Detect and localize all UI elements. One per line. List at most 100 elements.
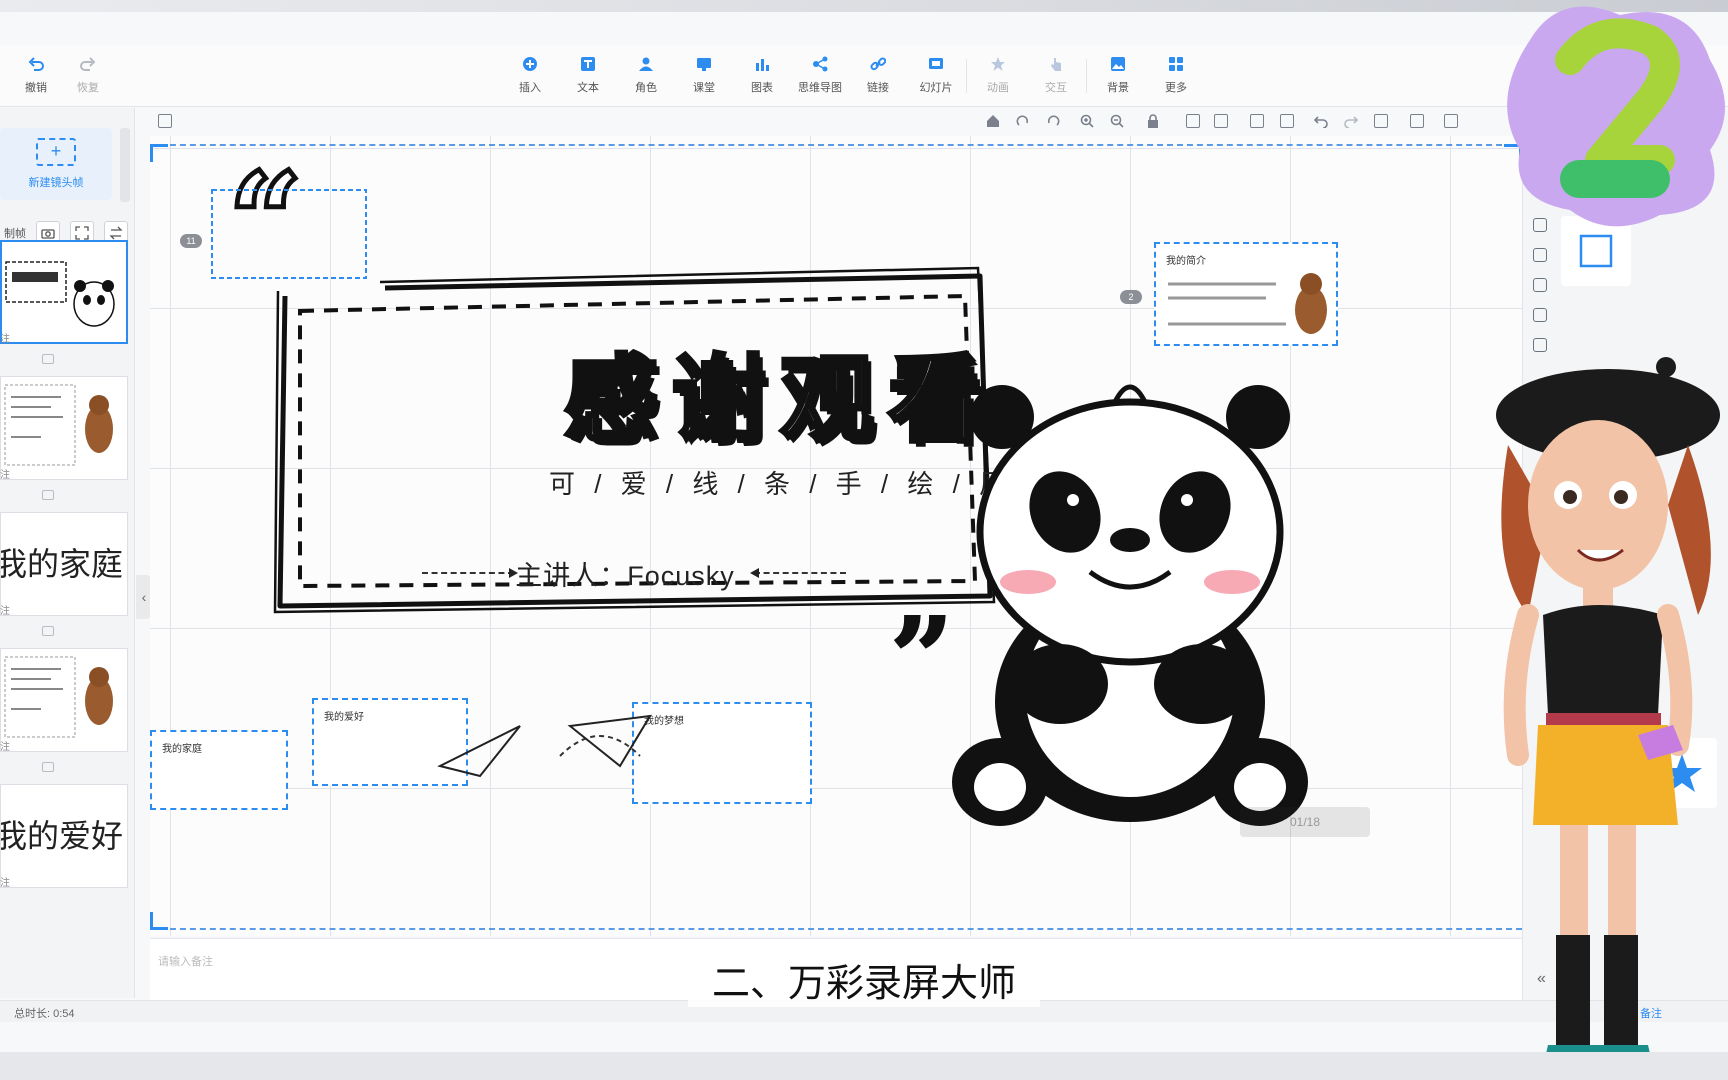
lock-icon[interactable] (1146, 114, 1160, 128)
thumbnail-note: 注 (0, 606, 10, 617)
video-subtitle-text: 二、万彩录屏大师 (687, 961, 1040, 1007)
slide-icon (927, 55, 945, 73)
frame-thumbnail-4[interactable] (0, 648, 128, 752)
frame-thumbnail-3[interactable]: 我的家庭 (0, 512, 128, 616)
panel-scrollbar[interactable] (120, 128, 130, 202)
window-top-strip (0, 0, 1728, 12)
zoom-out-icon[interactable] (1110, 114, 1124, 128)
record-frame-label[interactable]: 制帧 (4, 225, 26, 241)
music-icon[interactable] (1533, 248, 1547, 262)
link-icon (869, 55, 887, 73)
transition-marker[interactable] (42, 626, 54, 636)
transition-marker[interactable] (42, 762, 54, 772)
bar-chart-icon (753, 55, 771, 73)
text-button[interactable]: 文本 (560, 55, 616, 101)
frame-list-panel: + 新建镜头帧 制帧 注 注 我的家庭 注 注 我的爱好 注 (0, 108, 135, 998)
paper-plane-doodles (437, 714, 652, 778)
slide-label: 幻灯片 (919, 82, 953, 94)
content-card-intro[interactable]: 我的简介 (1154, 242, 1338, 346)
card-number-badge[interactable]: 2 (1120, 290, 1142, 304)
undo-label: 撤销 (25, 82, 47, 94)
comment-icon[interactable] (1533, 278, 1547, 292)
insert-button[interactable]: 插入 (502, 55, 558, 101)
card-title: 我的家庭 (162, 744, 202, 755)
classroom-label: 课堂 (693, 82, 715, 94)
mindmap-label: 思维导图 (798, 82, 842, 94)
animation-button[interactable]: 动画 (970, 55, 1026, 101)
rotate-right-icon[interactable] (1016, 114, 1030, 128)
layers-icon[interactable] (1374, 114, 1388, 128)
person-icon (637, 55, 655, 73)
apps-icon[interactable] (1533, 338, 1547, 352)
paste-icon[interactable] (1280, 114, 1294, 128)
path-panel-icon[interactable] (158, 114, 172, 128)
thumbnail-note: 注 (0, 878, 10, 889)
redo-label: 恢复 (77, 82, 99, 94)
text-icon (579, 55, 597, 73)
redo-button[interactable]: 恢复 (60, 55, 116, 101)
chart-label: 图表 (751, 82, 773, 94)
thumbnail-title: 我的家庭 (0, 545, 124, 583)
episode-number-badge: 2 (1500, 0, 1725, 227)
frame-number-badge[interactable]: 11 (180, 234, 202, 248)
grid-more-icon (1167, 55, 1185, 73)
slide-button[interactable]: 幻灯片 (908, 55, 964, 101)
classroom-button[interactable]: 课堂 (676, 55, 732, 101)
thumbnail-note: 注 (0, 742, 10, 753)
svg-text:“: “ (228, 144, 303, 297)
transition-marker[interactable] (42, 490, 54, 500)
more-button[interactable]: 更多 (1148, 55, 1204, 101)
transition-marker[interactable] (42, 354, 54, 364)
canvas-redo-icon[interactable] (1344, 114, 1359, 129)
content-card-family[interactable]: 我的家庭 (150, 730, 288, 810)
frame-thumbnail-1[interactable] (0, 240, 128, 344)
canvas-area: “ ” 11 感谢观看 可 / 爱 / 线 / 条 / 手 / 绘 / 风 主讲… (150, 108, 1522, 938)
card-title: 我的爱好 (324, 712, 364, 723)
canvas-undo-icon[interactable] (1313, 114, 1328, 129)
toolbar-separator (1086, 59, 1087, 93)
align-icon[interactable] (1214, 114, 1228, 128)
background-button[interactable]: 背景 (1090, 55, 1146, 101)
undo-button[interactable]: 撤销 (8, 55, 64, 101)
classroom-icon (695, 55, 713, 73)
home-icon[interactable] (986, 114, 1000, 128)
fullscreen-icon[interactable] (1444, 114, 1458, 128)
frame-thumbnail-2[interactable] (0, 376, 128, 480)
arrow-right-decoration (750, 568, 846, 578)
card-preview (1168, 273, 1327, 334)
animation-label: 动画 (987, 82, 1009, 94)
background-icon (1109, 55, 1127, 73)
panda-illustration[interactable] (940, 362, 1360, 842)
text-label: 文本 (577, 82, 599, 94)
background-label: 背景 (1107, 82, 1129, 94)
mindmap-button[interactable]: 思维导图 (792, 55, 848, 101)
undo-icon (27, 55, 45, 73)
hand-pointer-icon (1047, 55, 1065, 73)
canvas-toolbar (150, 108, 1522, 134)
window-bottom-strip (0, 1052, 1728, 1080)
interaction-button[interactable]: 交互 (1028, 55, 1084, 101)
more-label: 更多 (1165, 82, 1187, 94)
role-button[interactable]: 角色 (618, 55, 674, 101)
role-label: 角色 (635, 82, 657, 94)
slide-canvas[interactable]: “ ” 11 感谢观看 可 / 爱 / 线 / 条 / 手 / 绘 / 风 主讲… (150, 136, 1522, 936)
grid-toggle-icon[interactable] (1186, 114, 1200, 128)
insert-icon (521, 55, 539, 73)
compass-icon[interactable] (1533, 308, 1547, 322)
thumbnail-note: 注 (0, 334, 10, 345)
copy-icon[interactable] (1250, 114, 1264, 128)
new-frame-button[interactable]: + 新建镜头帧 (0, 128, 112, 200)
link-button[interactable]: 链接 (850, 55, 906, 101)
zoom-in-icon[interactable] (1080, 114, 1094, 128)
chart-button[interactable]: 图表 (734, 55, 790, 101)
thumbnail-note: 注 (0, 470, 10, 481)
redo-icon (79, 55, 97, 73)
rotate-left-icon[interactable] (1046, 114, 1060, 128)
main-toolbar: 撤销 恢复 插入 文本 角色 课堂 图表 思维导图 链接 幻灯片 动画 交互 背… (0, 45, 1728, 107)
cartoon-presenter-character (1496, 357, 1720, 1067)
interaction-label: 交互 (1045, 82, 1067, 94)
thumbnail-preview (5, 261, 115, 327)
screenshot-icon[interactable] (1410, 114, 1424, 128)
episode-number-text: 2 (1500, 0, 1501, 1)
frame-thumbnail-5[interactable]: 我的爱好 (0, 784, 128, 888)
